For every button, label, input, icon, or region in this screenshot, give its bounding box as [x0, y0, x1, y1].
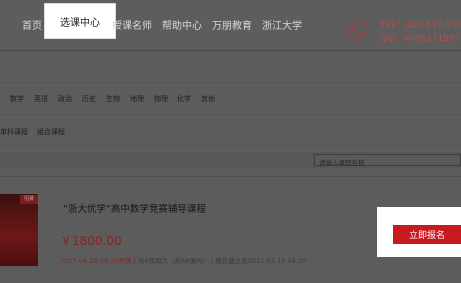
nav-home[interactable]: 首页 — [22, 17, 42, 32]
subject-english[interactable]: 英语 — [34, 94, 48, 104]
filter-divider — [0, 82, 461, 83]
enroll-button[interactable]: 立即报名 — [393, 225, 461, 244]
nav-wanpeng[interactable]: 万朋教育 — [212, 17, 252, 32]
type-single[interactable]: 单科课程 — [0, 127, 28, 137]
subject-physics[interactable]: 物理 — [154, 94, 168, 104]
subject-chemistry[interactable]: 化学 — [177, 94, 191, 104]
type-combined[interactable]: 组合课程 — [37, 127, 65, 137]
subject-history[interactable]: 历史 — [82, 94, 96, 104]
contact-qq: QQ：4006171997 — [380, 34, 461, 44]
course-price: ￥1800.00 — [60, 234, 122, 248]
course-title[interactable]: “浙大优学”高中数学竞赛辅导课程 — [63, 201, 206, 215]
nav-teachers[interactable]: 授课名师 — [112, 17, 152, 32]
nav-course-center[interactable]: 选课中心 — [45, 4, 115, 38]
subject-math[interactable]: 数学 — [10, 94, 24, 104]
course-meta: 2017-04-29 08:30开课 | 共6周周六（共68课时） | 报名截止… — [60, 257, 307, 265]
course-deadline: 报名截止至2017-07-15 16:30 — [215, 257, 307, 265]
nav-zju[interactable]: 浙江大学 — [262, 17, 302, 32]
course-start: 2017-04-29 08:30开课 — [60, 257, 132, 265]
search-input[interactable]: 请输入课程名称 — [314, 154, 461, 167]
filter-divider — [0, 145, 461, 146]
subject-geography[interactable]: 地理 — [130, 94, 144, 104]
phone-icon — [346, 19, 368, 41]
header-divider — [0, 50, 461, 51]
contact-tel: TEL：400-617-1997 — [380, 21, 461, 31]
filter-divider — [0, 114, 461, 115]
card-divider — [0, 176, 461, 177]
subject-politics[interactable]: 政治 — [58, 94, 72, 104]
subject-biology[interactable]: 生物 — [106, 94, 120, 104]
course-thumbnail[interactable] — [0, 194, 38, 266]
subject-other[interactable]: 其他 — [201, 94, 215, 104]
course-schedule: 共6周周六（共68课时） — [137, 257, 209, 265]
nav-help[interactable]: 帮助中心 — [162, 17, 202, 32]
course-tag: 招募 — [20, 195, 38, 204]
